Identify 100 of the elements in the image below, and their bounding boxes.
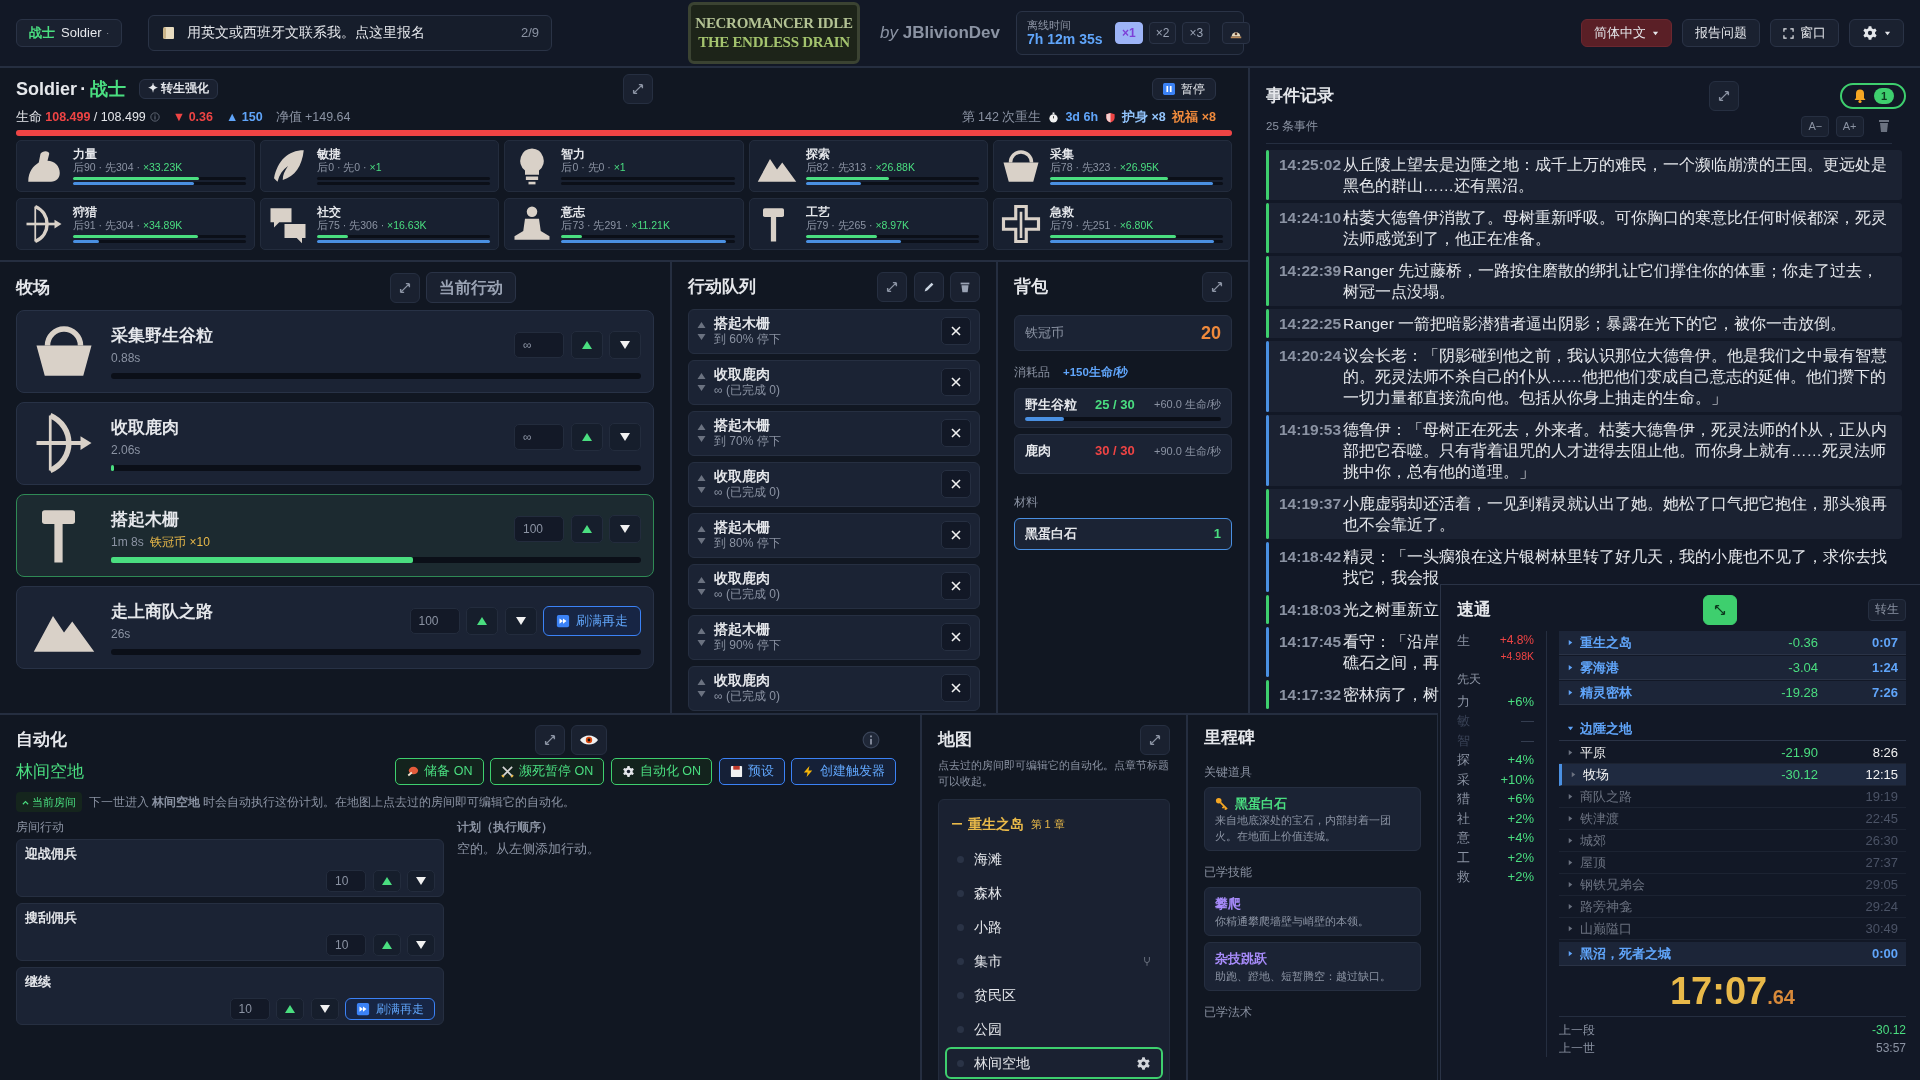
map-room[interactable]: 林间空地 — [945, 1047, 1163, 1080]
action-card[interactable]: 搭起木栅 1m 8s 铁冠币 ×10 100 — [16, 493, 654, 577]
map-room[interactable]: 森林 — [945, 877, 1163, 910]
stat-detail: 后79 · 先251 · ×6.80K — [1049, 219, 1155, 233]
move-up-button[interactable] — [372, 934, 401, 956]
signup-link[interactable]: 点这里报名 — [355, 24, 425, 40]
toggle-button[interactable]: 自动化 ON — [610, 758, 712, 785]
map-room[interactable]: 海滩 — [945, 843, 1163, 876]
decrease-font-button[interactable]: A− — [1801, 116, 1830, 137]
report-button[interactable]: 报告问题 — [1682, 19, 1760, 47]
move-up-button[interactable] — [466, 607, 498, 636]
queue-item-name: 收取鹿肉 — [714, 570, 771, 587]
event-text: 看守：「沿岸 — [1343, 632, 1439, 652]
expand-button[interactable] — [1202, 272, 1232, 302]
automation-description: 下一世进入 林间空地 时会自动执行这份计划。在地图上点去过的房间即可编辑它的自动化。 — [88, 793, 576, 811]
remove-button[interactable] — [941, 368, 971, 396]
action-card[interactable]: 采集野生谷粒 0.88s ∞ — [16, 309, 654, 393]
remove-button[interactable] — [941, 623, 971, 651]
expand-button[interactable] — [622, 74, 653, 104]
bonus-label: 社 — [1457, 809, 1470, 828]
window-button[interactable]: 窗口 — [1770, 19, 1839, 47]
quantity-field[interactable]: 10 — [326, 934, 366, 956]
refill-button[interactable]: 刷满再走 — [543, 606, 641, 636]
current-action-button[interactable]: 当前行动 — [426, 272, 516, 304]
move-down-button[interactable] — [609, 423, 641, 452]
move-down-button[interactable] — [407, 934, 435, 956]
class-dropdown[interactable]: 战士 Soldier — [16, 19, 122, 47]
settings-dropdown[interactable] — [1849, 19, 1904, 47]
close-icon — [950, 631, 962, 643]
toggle-button[interactable]: 濒死暂停 ON — [490, 758, 605, 785]
remove-button[interactable] — [941, 674, 971, 702]
expand-button[interactable] — [389, 272, 420, 303]
panel-title: 自动化 — [16, 729, 67, 752]
move-up-button[interactable] — [570, 331, 603, 360]
stat-name: 狩猎 — [73, 204, 98, 220]
edit-button[interactable] — [913, 272, 944, 302]
expand-button[interactable] — [1140, 725, 1170, 755]
quantity-field[interactable]: 10 — [326, 870, 366, 892]
quantity-field[interactable]: 10 — [229, 998, 270, 1020]
remove-button[interactable] — [941, 419, 971, 447]
pause-button[interactable]: 暂停 — [1152, 77, 1216, 101]
action-button[interactable]: 预设 — [718, 758, 785, 785]
caret-icon — [1567, 925, 1574, 932]
bonus-value: +4% — [1507, 829, 1534, 848]
rebirth-upgrade-button[interactable]: ✦ 转生强化 — [138, 79, 218, 99]
speed-button[interactable]: ×2 — [1148, 21, 1177, 45]
move-up-button[interactable] — [570, 515, 603, 544]
move-up-button[interactable] — [570, 423, 603, 452]
bonus-label: 探 — [1457, 751, 1470, 770]
rebirth-button[interactable]: 转生 — [1868, 599, 1906, 621]
action-card[interactable]: 收取鹿肉 2.06s ∞ — [16, 401, 654, 485]
toggle-button[interactable]: 储备 ON — [395, 758, 484, 785]
expand-button[interactable] — [1709, 81, 1739, 111]
net-label: 净值 — [275, 109, 302, 126]
move-up-button[interactable] — [372, 870, 401, 892]
chapter-header[interactable]: 重生之岛 第 1 章 — [945, 808, 1072, 841]
map-room[interactable]: 公园 — [945, 1013, 1163, 1046]
medical-cross-icon — [999, 202, 1042, 245]
quantity-field[interactable]: 100 — [514, 516, 564, 543]
down-triangle-icon — [514, 616, 527, 627]
language-dropdown[interactable]: 简体中文 — [1581, 19, 1672, 47]
action-card[interactable]: 走上商队之路 26s 100 刷满再走 — [16, 585, 654, 669]
quantity-field[interactable]: ∞ — [514, 332, 564, 359]
increase-font-button[interactable]: A+ — [1835, 116, 1864, 137]
collapse-icon — [1713, 603, 1727, 617]
event-text: 精灵：「一头瘸狼在这片银树林里转了好几天，我的小鹿也不见了，求你去找 — [1343, 547, 1887, 567]
expand-button[interactable] — [877, 272, 907, 302]
remove-button[interactable] — [941, 317, 971, 345]
move-down-button[interactable] — [609, 515, 641, 544]
delete-button[interactable] — [950, 272, 980, 302]
close-icon — [950, 325, 962, 337]
alert-count: 1 — [1873, 87, 1894, 105]
move-down-button[interactable] — [407, 870, 435, 892]
speed-button[interactable]: ×3 — [1182, 21, 1211, 45]
expand-button[interactable] — [534, 725, 565, 755]
alerts-button[interactable]: 1 — [1839, 82, 1906, 110]
action-button[interactable]: 创建触发器 — [791, 758, 896, 785]
bonus-label: 意 — [1457, 829, 1470, 848]
action-name: 搭起木栅 — [111, 509, 180, 532]
close-icon — [950, 682, 962, 694]
visibility-button[interactable] — [571, 725, 607, 755]
move-down-button[interactable] — [504, 607, 537, 636]
collapse-button[interactable] — [1703, 595, 1737, 625]
map-room[interactable]: 贫民区 — [945, 979, 1163, 1012]
alarm-button[interactable] — [1222, 21, 1251, 45]
caret-icon — [1884, 29, 1891, 37]
map-room[interactable]: 小路 — [945, 911, 1163, 944]
trash-icon — [1876, 118, 1892, 135]
move-down-button[interactable] — [310, 998, 339, 1020]
quantity-field[interactable]: ∞ — [514, 424, 564, 451]
remove-button[interactable] — [941, 572, 971, 600]
remove-button[interactable] — [941, 521, 971, 549]
remove-button[interactable] — [941, 470, 971, 498]
expand-icon — [885, 280, 899, 294]
quantity-field[interactable]: 100 — [409, 608, 460, 635]
move-down-button[interactable] — [609, 331, 641, 360]
move-up-button[interactable] — [276, 998, 304, 1020]
map-room[interactable]: 集市 — [945, 945, 1163, 978]
refill-button[interactable]: 刷满再走 — [345, 998, 435, 1020]
stat-detail: 后82 · 先313 · ×26.88K — [805, 161, 916, 175]
